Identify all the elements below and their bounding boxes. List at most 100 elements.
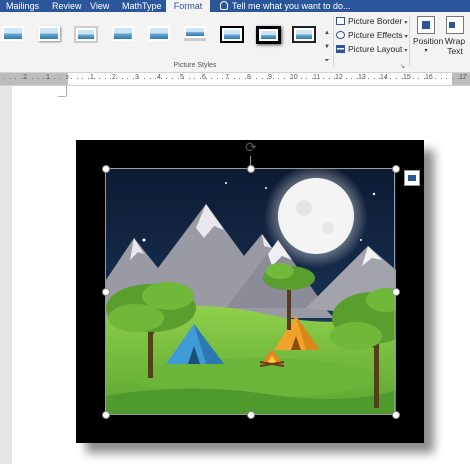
ruler-tick	[407, 78, 409, 79]
tab-review[interactable]: Review	[52, 0, 82, 12]
resize-handle-top[interactable]	[247, 165, 255, 173]
rotate-handle-icon[interactable]: ⟳	[243, 139, 259, 155]
picture-style-thumb[interactable]	[38, 26, 60, 41]
ruler-tick	[267, 78, 269, 79]
picture-effects-icon	[336, 31, 345, 39]
ruler-tick	[93, 78, 95, 79]
ruler-tick	[99, 78, 101, 79]
resize-handle-top-right[interactable]	[392, 165, 400, 173]
ruler-tick	[256, 78, 257, 79]
wrap-text-button[interactable]: Wrap Text	[442, 16, 468, 56]
ruler-tick	[362, 78, 364, 79]
ruler-tick	[43, 78, 45, 79]
ruler-tick	[368, 78, 369, 79]
ruler-tick	[250, 78, 252, 79]
ruler-tick	[452, 78, 453, 79]
ruler-tick	[424, 78, 425, 79]
ruler-tick	[20, 78, 22, 79]
position-button[interactable]: Position ▾	[413, 16, 443, 56]
picture-style-thumb[interactable]	[256, 26, 281, 44]
picture-style-thumb[interactable]	[220, 26, 244, 43]
tab-format[interactable]: Format	[166, 0, 210, 12]
ruler-tick	[37, 78, 39, 79]
gallery-more-icon[interactable]: ⏷	[323, 54, 331, 68]
picture-effects-label: Picture Effects	[348, 30, 403, 40]
ruler-tick	[239, 78, 241, 79]
ruler-tick	[183, 78, 185, 79]
ruler-indent-marker[interactable]: ▿	[66, 73, 70, 81]
ruler-tick	[356, 78, 358, 79]
resize-handle-bottom[interactable]	[247, 411, 255, 419]
ruler-tick	[82, 78, 84, 79]
ribbon-tab-bar: Mailings Review View MathType Format Tel…	[0, 0, 470, 12]
ruler-tick	[104, 78, 106, 79]
ruler-tick	[188, 78, 190, 79]
ruler-tick	[194, 78, 196, 79]
ruler-tick	[317, 78, 319, 79]
picture-style-thumb[interactable]	[184, 26, 206, 41]
ruler-tick	[334, 78, 336, 79]
ruler-number: 9	[268, 74, 272, 81]
ruler-tick	[216, 78, 218, 79]
ruler-tick	[295, 78, 297, 79]
ruler-tick	[440, 78, 442, 79]
picture-style-thumb[interactable]	[74, 26, 98, 43]
ruler-tick	[373, 78, 375, 79]
ruler-tick	[71, 78, 73, 79]
ruler-tick	[289, 78, 291, 79]
ruler-tick	[166, 78, 168, 79]
resize-handle-bottom-left[interactable]	[102, 411, 110, 419]
picture-style-thumb[interactable]	[148, 26, 170, 41]
ribbon: ▲ ▼ ⏷ Picture Styles ↘ Picture Border ▾ P…	[0, 12, 470, 73]
gallery-scroll: ▲ ▼ ⏷	[323, 26, 331, 68]
ruler-tick	[306, 78, 308, 79]
ruler-tick	[222, 78, 224, 79]
ruler-tick	[384, 78, 386, 79]
ruler-tick	[446, 78, 448, 79]
picture-layout-button[interactable]: Picture Layout ▾	[336, 43, 407, 56]
resize-handle-top-left[interactable]	[102, 165, 110, 173]
ruler-tick	[121, 78, 123, 79]
ruler-tick	[272, 78, 274, 79]
horizontal-ruler[interactable]: 2 1 1 2 3 4 5 6 7 8 9 10 11 12 13 14 15 …	[0, 73, 470, 86]
picture-border-button[interactable]: Picture Border ▾	[336, 15, 407, 28]
ruler-tick	[160, 78, 162, 79]
picture-effects-button[interactable]: Picture Effects ▾	[336, 29, 408, 42]
ruler-tick	[379, 78, 381, 79]
ruler-tick	[244, 78, 246, 79]
picture-border-icon	[336, 17, 345, 25]
ruler-tick	[401, 78, 403, 79]
tab-mailings[interactable]: Mailings	[6, 0, 39, 12]
resize-handle-right[interactable]	[392, 288, 400, 296]
ruler-tick	[177, 78, 179, 79]
picture-border-label: Picture Border	[348, 16, 403, 26]
ruler-tick	[172, 78, 173, 79]
divider	[409, 16, 410, 66]
divider	[333, 16, 334, 66]
tab-view[interactable]: View	[90, 0, 109, 12]
ruler-tick	[345, 78, 347, 79]
ruler-tick	[116, 78, 117, 79]
ruler-tick	[138, 78, 140, 79]
picture-style-thumb[interactable]	[2, 26, 24, 41]
ruler-tick	[300, 78, 302, 79]
dialog-launcher-icon[interactable]: ↘	[400, 63, 405, 70]
ruler-tick	[396, 78, 397, 79]
ruler-tick	[323, 78, 325, 79]
picture-style-thumb[interactable]	[111, 26, 135, 41]
tell-me-box[interactable]: Tell me what you want to do...	[220, 0, 351, 12]
chevron-down-icon: ▾	[404, 20, 408, 26]
ruler-tick	[328, 78, 330, 79]
picture-style-thumb[interactable]	[292, 26, 316, 43]
resize-handle-bottom-right[interactable]	[392, 411, 400, 419]
resize-handle-left[interactable]	[102, 288, 110, 296]
gallery-up-icon[interactable]: ▲	[323, 26, 331, 40]
ruler-tick	[4, 78, 5, 79]
picture-layout-label: Picture Layout	[348, 44, 403, 54]
layout-options-icon[interactable]	[404, 170, 420, 186]
ruler-tick	[351, 78, 353, 79]
ruler-tick	[205, 78, 207, 79]
tab-mathtype[interactable]: MathType	[122, 0, 162, 12]
ruler-tick	[60, 78, 61, 79]
gallery-down-icon[interactable]: ▼	[323, 40, 331, 54]
